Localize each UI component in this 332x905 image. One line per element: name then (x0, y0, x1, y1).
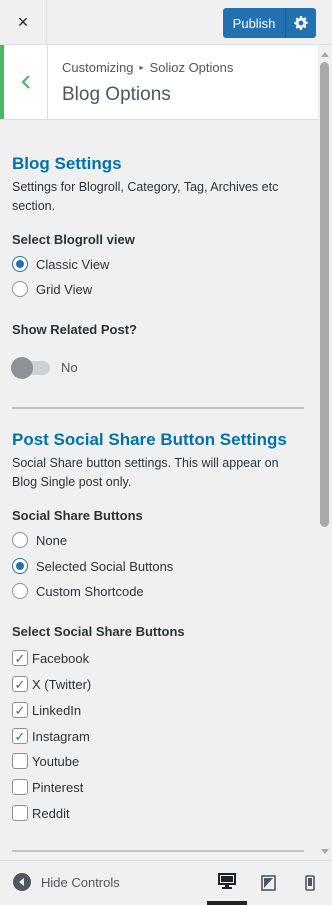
radio-label: Custom Shortcode (36, 583, 144, 599)
social-share-heading: Post Social Share Button Settings (12, 430, 287, 449)
checkbox-label: LinkedIn (32, 702, 82, 718)
checkbox-pinterest[interactable]: Pinterest (12, 778, 83, 796)
hide-controls-button[interactable]: Hide Controls (13, 873, 120, 891)
checkbox[interactable] (12, 753, 28, 769)
related-post-toggle[interactable] (11, 356, 50, 379)
radio-option-grid-view[interactable]: Grid View (12, 280, 92, 298)
gear-icon (294, 16, 308, 30)
checkbox-label: Pinterest (32, 779, 84, 795)
breadcrumb-separator-icon: ▸ (139, 63, 144, 72)
checkbox-instagram[interactable]: ✓ Instagram (12, 727, 90, 745)
breadcrumb-root: Customizing (62, 60, 134, 75)
radio-button[interactable] (12, 583, 28, 599)
checkbox-label: Youtube (32, 753, 80, 769)
radio-label: None (36, 532, 68, 548)
checkbox-label: Reddit (32, 805, 70, 821)
checkbox[interactable]: ✓ (12, 676, 28, 692)
radio-option-classic-view[interactable]: Classic View (12, 255, 109, 273)
blog-settings-heading: Blog Settings (12, 154, 122, 173)
tablet-icon (260, 875, 276, 891)
hide-controls-label: Hide Controls (41, 874, 120, 890)
scrollbar-thumb[interactable] (320, 62, 329, 527)
checkbox[interactable]: ✓ (12, 728, 28, 744)
section-divider (12, 407, 304, 409)
publish-button[interactable]: Publish (223, 8, 285, 38)
checkbox-linkedin[interactable]: ✓ LinkedIn (12, 701, 81, 719)
desktop-icon (218, 873, 236, 889)
radio-option-custom-shortcode[interactable]: Custom Shortcode (12, 582, 144, 600)
checkbox-youtube[interactable]: Youtube (12, 752, 79, 770)
preview-desktop-button[interactable] (207, 861, 247, 905)
checkbox-facebook[interactable]: ✓ Facebook (12, 649, 89, 667)
radio-button[interactable] (12, 256, 28, 272)
section-header: Customizing ▸ Solioz Options Blog Options (0, 45, 332, 120)
blogroll-view-label: Select Blogroll view (12, 232, 135, 247)
scroll-up-arrow-icon[interactable] (321, 52, 329, 57)
radio-label: Selected Social Buttons (36, 558, 174, 574)
blog-settings-description: Settings for Blogroll, Category, Tag, Ar… (12, 180, 279, 213)
checkbox[interactable]: ✓ (12, 650, 28, 666)
section-divider (12, 850, 304, 852)
checkbox[interactable] (12, 779, 28, 795)
checkbox-label: Instagram (32, 728, 90, 744)
radio-button[interactable] (12, 558, 28, 574)
radio-label: Classic View (36, 256, 110, 272)
select-social-buttons-label: Select Social Share Buttons (12, 624, 185, 639)
checkbox[interactable] (12, 805, 28, 821)
back-button[interactable] (0, 45, 48, 119)
checkbox-x-twitter[interactable]: ✓ X (Twitter) (12, 675, 91, 693)
preview-mobile-button[interactable] (290, 861, 330, 905)
publish-actions: Publish (223, 8, 316, 38)
related-post-label: Show Related Post? (12, 322, 137, 337)
related-post-toggle-state: No (61, 360, 78, 375)
radio-option-selected-social-buttons[interactable]: Selected Social Buttons (12, 557, 173, 575)
close-icon: × (17, 12, 29, 32)
social-share-description: Social Share button settings. This will … (12, 456, 279, 489)
customizer-footer: Hide Controls (0, 860, 332, 905)
publish-settings-button[interactable] (285, 8, 316, 38)
checkbox[interactable]: ✓ (12, 702, 28, 718)
radio-button[interactable] (12, 281, 28, 297)
breadcrumb-parent: Solioz Options (149, 60, 234, 75)
preview-tablet-button[interactable] (248, 861, 288, 905)
related-post-toggle-row: No (11, 356, 78, 379)
collapse-arrow-icon (13, 873, 31, 891)
scrollbar[interactable] (318, 45, 332, 860)
page-title: Blog Options (62, 84, 171, 105)
breadcrumb: Customizing ▸ Solioz Options (62, 60, 233, 75)
checkbox-label: Facebook (32, 650, 90, 666)
scroll-down-arrow-icon[interactable] (321, 849, 329, 854)
checkbox-label: X (Twitter) (32, 676, 92, 692)
radio-button[interactable] (12, 532, 28, 548)
radio-option-none[interactable]: None (12, 531, 67, 549)
checkbox-reddit[interactable]: Reddit (12, 804, 70, 822)
mobile-icon (305, 875, 315, 891)
close-customizer-button[interactable]: × (0, 0, 47, 45)
customizer-header: × Publish (0, 0, 332, 45)
radio-label: Grid View (36, 281, 93, 297)
chevron-left-icon (20, 75, 30, 89)
social-share-buttons-label: Social Share Buttons (12, 508, 143, 523)
